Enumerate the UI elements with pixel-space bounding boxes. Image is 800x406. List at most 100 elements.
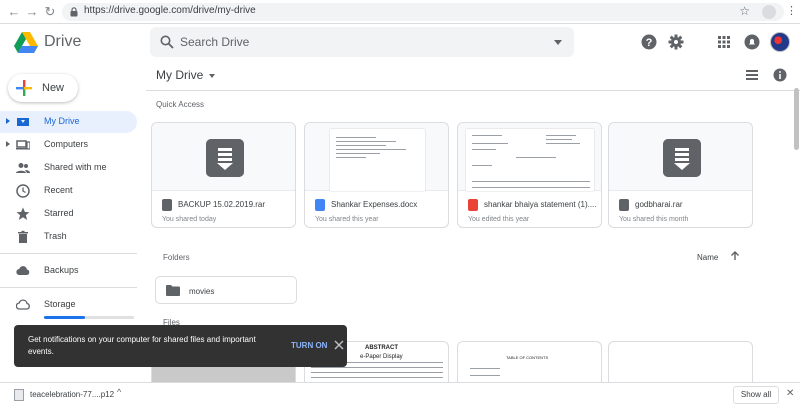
page-title-text: My Drive [156,68,204,82]
folder-item[interactable]: movies [155,276,297,304]
header-divider [146,90,800,91]
brand-name[interactable]: Drive [44,33,81,51]
file-thumbnail [458,123,601,191]
drive-logo-icon[interactable] [14,32,38,54]
download-file-icon [14,389,24,401]
app-header: Drive ? [0,24,800,62]
info-icon[interactable] [773,68,787,82]
chevron-down-icon [209,73,216,78]
file-name: godbharai.rar [635,200,683,209]
clock-icon [16,184,30,198]
file-name: BACKUP 15.02.2019.rar [178,200,266,209]
list-view-icon[interactable] [746,70,758,80]
file-activity: You edited this year [468,216,530,223]
page-title[interactable]: My Drive [156,68,216,82]
storage-usage-fill [44,316,85,319]
download-file-name[interactable]: teacelebration-77....p12 [30,390,114,399]
forward-arrow-icon[interactable]: → [24,4,40,20]
search-input[interactable] [180,33,540,51]
sidebar-item-trash[interactable]: Trash [0,226,137,248]
archive-file-icon [206,139,244,177]
browser-menu-icon[interactable]: ⋮ [786,4,797,17]
sidebar-item-storage[interactable]: Storage [0,294,137,316]
sidebar-item-label: Trash [44,231,67,241]
file-activity: You shared this month [619,216,689,223]
file-preview-title: ABSTRACT [365,345,398,351]
cloud-outline-icon [16,299,30,310]
sidebar-item-recent[interactable]: Recent [0,180,137,202]
folder-name: movies [189,287,215,296]
file-thumbnail [152,123,295,191]
quick-access-card[interactable]: godbharai.rar You shared this month [608,122,753,228]
sidebar-item-label: Computers [44,139,89,149]
show-all-downloads-button[interactable]: Show all [733,386,779,404]
back-arrow-icon[interactable]: ← [6,4,22,20]
close-icon[interactable] [334,340,344,350]
lock-icon [70,7,78,17]
quick-access-card[interactable]: Shankar Expenses.docx You shared this ye… [304,122,449,228]
archive-file-icon [619,199,629,211]
sidebar-item-label: Backups [44,265,79,275]
download-shelf: teacelebration-77....p12 ^ Show all ✕ [0,382,800,406]
search-box [150,27,574,57]
sidebar-divider [0,287,137,288]
storage-usage-bar [44,316,134,319]
apps-grid-icon[interactable] [716,34,732,50]
expand-arrow-icon[interactable] [6,118,10,124]
quick-access-card[interactable]: shankar bhaiya statement (1).... You edi… [457,122,602,228]
search-options-dropdown-icon[interactable] [554,40,562,45]
bookmark-star-icon[interactable]: ☆ [739,4,750,18]
file-preview-title: TABLE OF CONTENTS [506,355,549,360]
sidebar-item-label: Starred [44,208,74,218]
sidebar-item-starred[interactable]: Starred [0,203,137,225]
cloud-icon [16,266,30,276]
new-button[interactable]: New [8,74,78,102]
turn-on-button[interactable]: TURN ON [291,341,327,350]
expand-arrow-icon[interactable] [6,141,10,147]
address-bar[interactable]: https://drive.google.com/drive/my-drive … [62,3,784,21]
file-name: Shankar Expenses.docx [331,200,418,209]
notifications-bell-icon[interactable] [744,34,760,50]
settings-gear-icon[interactable] [668,34,684,50]
sidebar-item-my-drive[interactable]: My Drive [0,111,137,133]
my-drive-icon [17,118,29,126]
close-icon[interactable]: ✕ [786,388,794,399]
sort-by-name[interactable]: Name [697,253,718,262]
document-preview [330,129,425,191]
svg-text:?: ? [646,37,653,49]
file-activity: You shared this year [315,216,379,223]
quick-access-card[interactable]: BACKUP 15.02.2019.rar You shared today [151,122,296,228]
document-preview [466,129,594,191]
sort-ascending-arrow-icon[interactable] [730,251,740,261]
notification-snackbar: Get notifications on your computer for s… [14,325,347,367]
computers-icon [16,140,30,150]
account-avatar[interactable] [770,32,790,52]
snackbar-message: Get notifications on your computer for s… [28,335,256,356]
pdf-file-icon [468,199,478,211]
sidebar-item-backups[interactable]: Backups [0,260,137,282]
search-icon[interactable] [160,35,174,49]
sidebar-item-shared-with-me[interactable]: Shared with me [0,157,137,179]
sidebar-item-computers[interactable]: Computers [0,134,137,156]
shared-people-icon [16,163,30,173]
archive-file-icon [663,139,701,177]
help-icon[interactable]: ? [641,34,657,50]
plus-icon [16,80,32,96]
file-thumbnail [609,123,752,191]
scrollbar-thumb[interactable] [794,88,799,150]
url-text: https://drive.google.com/drive/my-drive [84,5,256,16]
file-thumbnail [305,123,448,191]
browser-toolbar: ← → ↻ https://drive.google.com/drive/my-… [0,0,800,24]
quick-access-heading: Quick Access [156,100,205,109]
file-card[interactable]: TABLE OF CONTENTS [457,341,602,386]
sidebar-item-label: Storage [44,299,76,309]
sidebar-divider [0,253,137,254]
sidebar-item-label: Shared with me [44,162,107,172]
file-card[interactable] [608,341,753,386]
chevron-up-icon[interactable]: ^ [117,387,121,397]
browser-profile-icon[interactable] [762,5,776,19]
reload-icon[interactable]: ↻ [42,4,58,20]
star-icon [16,207,30,220]
file-name: shankar bhaiya statement (1).... [484,200,597,209]
file-activity: You shared today [162,216,217,223]
